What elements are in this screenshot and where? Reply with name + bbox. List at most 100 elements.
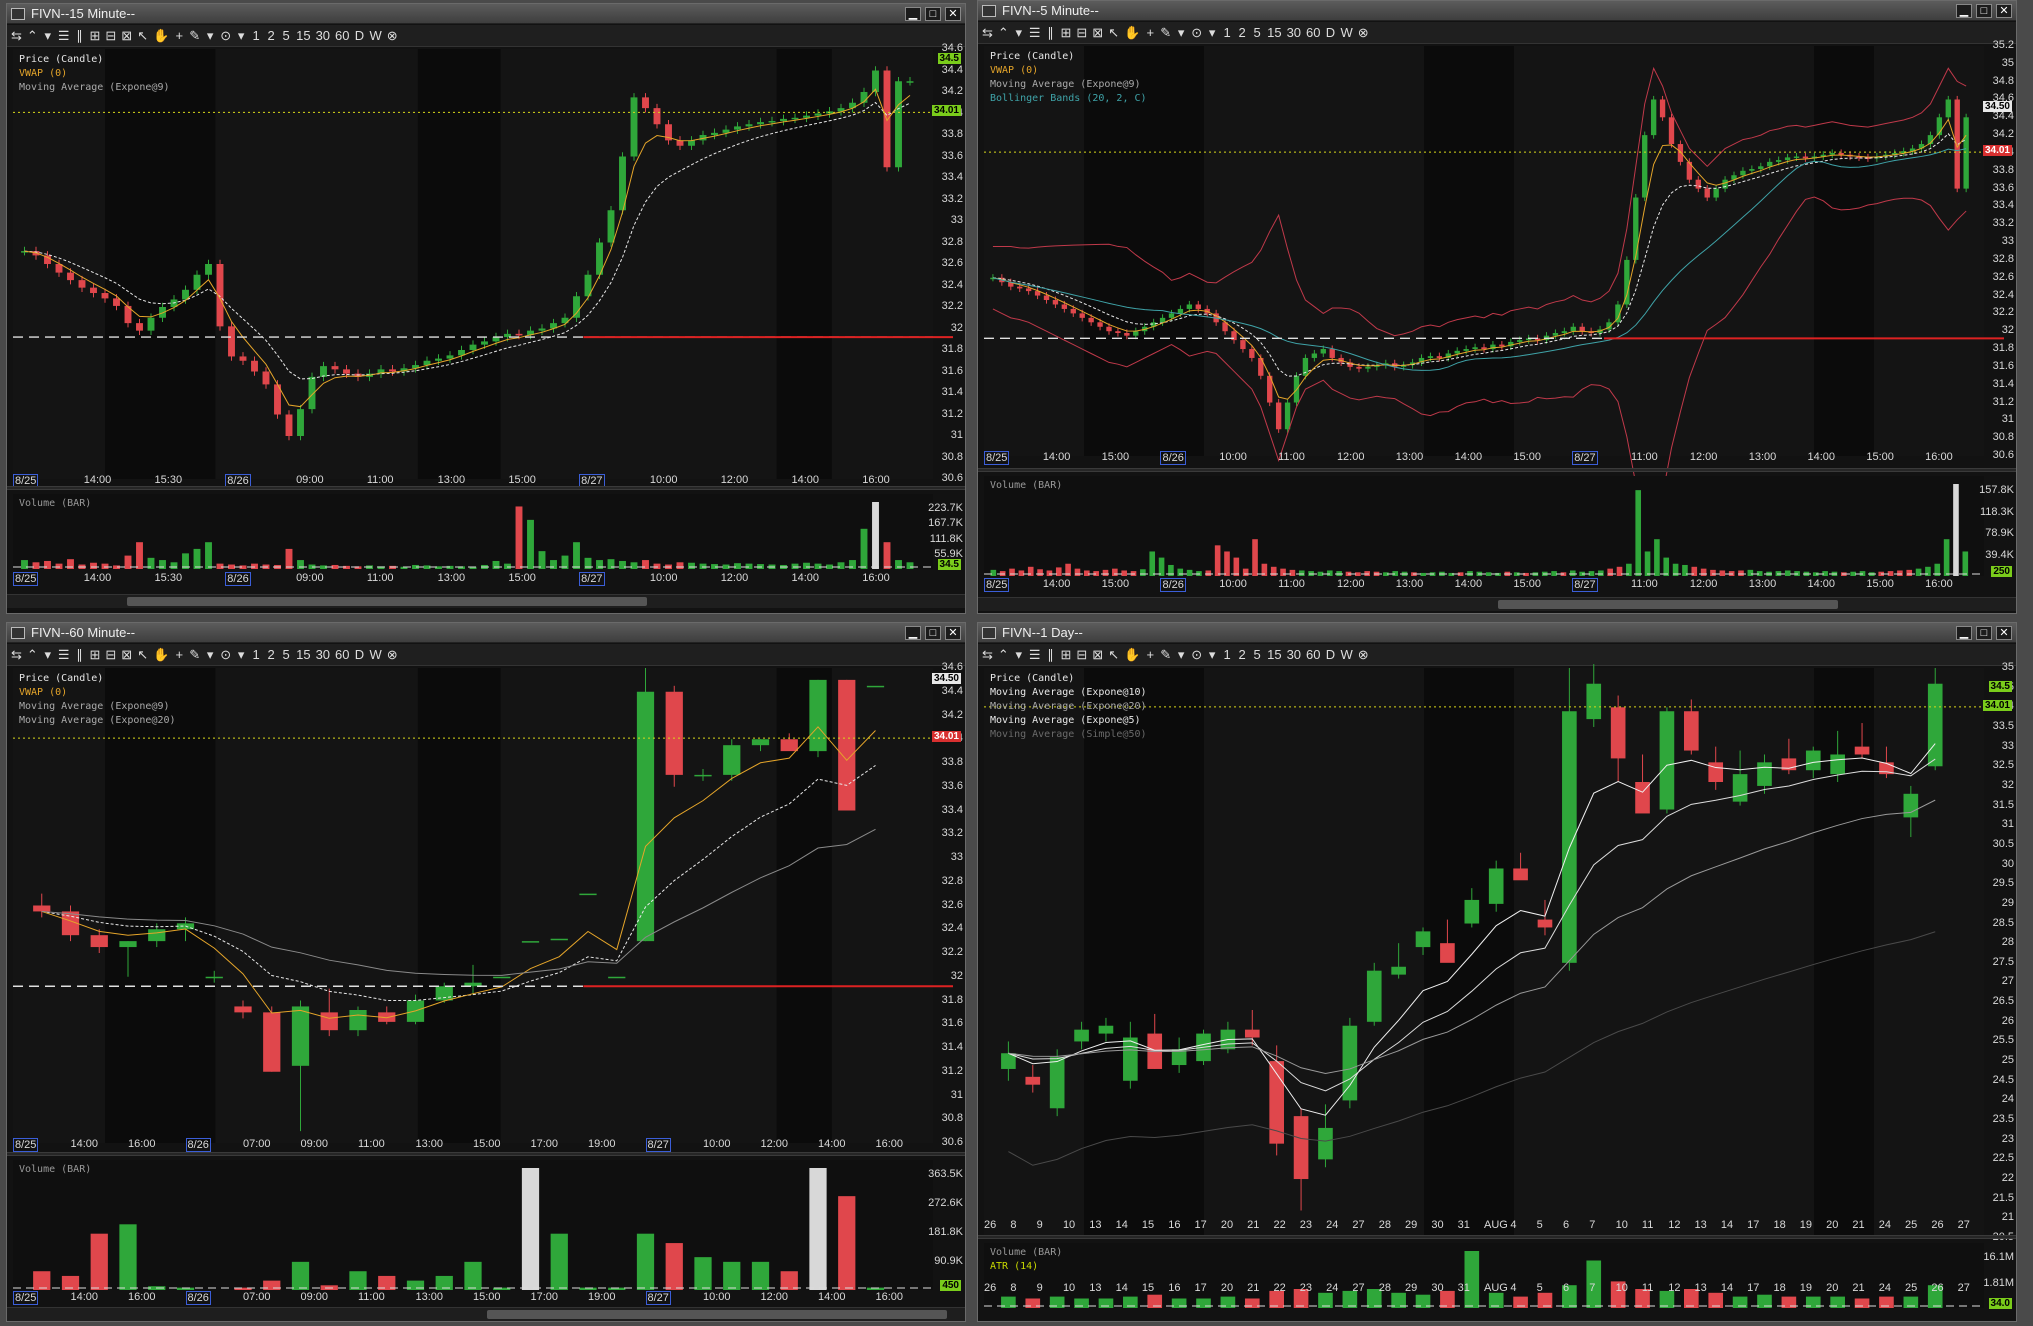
panel-separator[interactable] <box>978 1235 2016 1239</box>
candle <box>579 893 597 896</box>
time-axis-label: 8/25 <box>13 572 39 586</box>
candle <box>251 360 258 372</box>
volume-bar <box>33 1271 51 1290</box>
price-axis-label: 31.8 <box>941 343 963 355</box>
legend-item: Moving Average (Expone@20) <box>990 701 1147 712</box>
time-axis-label: 11 <box>1641 1219 1654 1231</box>
time-axis-label: 9 <box>1036 1282 1043 1294</box>
volume-bar <box>1420 572 1427 576</box>
scrollbar-thumb[interactable] <box>487 1310 947 1319</box>
candle <box>1758 166 1764 169</box>
candle <box>205 976 223 979</box>
candle <box>791 117 799 120</box>
horizontal-scrollbar[interactable] <box>978 597 2016 611</box>
candle <box>1098 1025 1114 1034</box>
horizontal-scrollbar[interactable] <box>7 594 965 608</box>
price-tag: 34.50 <box>931 672 961 684</box>
volume-bar <box>1149 551 1156 576</box>
time-axis-label: 8/26 <box>1160 451 1186 465</box>
time-axis-label: 10:00 <box>1219 451 1247 463</box>
price-axis-label: 30.6 <box>1992 449 2014 461</box>
volume-bar <box>814 563 822 569</box>
legend-item: Moving Average (Expone@10) <box>990 687 1147 698</box>
volume-bar <box>263 1280 281 1290</box>
volume-bar <box>527 519 534 569</box>
chart-window-15min[interactable]: FIVN--15 Minute-- ▁ □ ✕ ⇆ ⌃ ▾ ☰ ∥ ⊞ ⊟ ⊠ ↖ ✋ + ✎ ▾ ⊙ ▾ 1 2 5 15… <box>6 3 966 614</box>
price-axis-label: 31.6 <box>941 1017 963 1030</box>
candle <box>1436 356 1443 358</box>
panel-separator[interactable] <box>978 468 2016 472</box>
candle <box>809 679 827 752</box>
price-axis-label: 31.2 <box>941 407 963 420</box>
time-axis-label: 11:00 <box>1278 578 1305 590</box>
time-axis-label: 8/26 <box>1160 578 1186 592</box>
time-axis-label: 7 <box>1589 1282 1596 1294</box>
volume-label: Volume (BAR) <box>990 480 1063 491</box>
candle <box>320 366 327 377</box>
time-axis-label: 14:00 <box>818 1138 846 1150</box>
volume-axis-label: 55.9K <box>934 547 963 560</box>
time-axis-label: 14 <box>1720 1219 1734 1231</box>
candle <box>101 293 109 299</box>
time-axis-label: 16:00 <box>875 1138 904 1150</box>
horizontal-scrollbar[interactable] <box>7 1307 965 1321</box>
volume-bar <box>826 564 833 569</box>
volume-bar <box>1654 539 1660 576</box>
price-axis-label: 33.2 <box>1992 217 2014 230</box>
candle <box>1732 774 1748 802</box>
time-axis-label: 15:00 <box>1866 451 1894 463</box>
chart-window-60min[interactable]: FIVN--60 Minute-- ▁ □ ✕ ⇆ ⌃ ▾ ☰ ∥ ⊞ ⊟ ⊠ ↖ ✋ + ✎ ▾ ⊙ ▾ 1 2 5 15… <box>6 622 966 1322</box>
panel-separator[interactable] <box>7 1152 965 1156</box>
candle <box>1293 1116 1309 1180</box>
volume-bar <box>1214 545 1221 576</box>
time-axis-label: 30 <box>1431 1219 1444 1231</box>
session-shade <box>1084 668 1204 1238</box>
candle <box>262 371 270 385</box>
panel-separator[interactable] <box>7 486 965 490</box>
time-axis-label: 13 <box>1089 1219 1102 1231</box>
time-axis-label: 15:00 <box>508 572 536 584</box>
candle <box>228 326 235 357</box>
candle <box>665 691 683 775</box>
time-axis-label: 15:00 <box>508 474 536 486</box>
time-axis-label: 18 <box>1773 1219 1786 1231</box>
time-axis-label: 22 <box>1273 1282 1286 1294</box>
price-axis-label: 26 <box>2001 1014 2014 1027</box>
volume-time-axis: 8/25 14:00 15:30 8/26 09:00 11:00 13:00 15:00 8/… <box>13 572 933 586</box>
price-axis-label: 31.4 <box>1992 377 2014 390</box>
volume-bar <box>619 560 626 569</box>
time-axis-label: 10:00 <box>649 572 678 584</box>
candle <box>1633 197 1639 260</box>
time-axis-label: 16 <box>1168 1219 1181 1231</box>
volume-bar <box>1598 570 1604 576</box>
session-shade <box>1424 46 1514 456</box>
price-axis-label: 32 <box>950 321 963 334</box>
time-axis-label: 31 <box>1457 1219 1470 1231</box>
volume-bar <box>504 563 511 569</box>
chart-window-5min[interactable]: FIVN--5 Minute-- ▁ □ ✕ ⇆ ⌃ ▾ ☰ ∥ ⊞ ⊟ ⊠ ↖ ✋ + ✎ ▾ ⊙ ▾ 1 2 5 15 3… <box>977 0 2017 614</box>
time-axis-label: 15:30 <box>154 474 183 486</box>
price-axis-label: 30.8 <box>941 1112 963 1125</box>
session-shade <box>1084 46 1204 456</box>
time-axis-label: 16:00 <box>128 1138 156 1150</box>
price-axis-label: 33 <box>2001 739 2014 752</box>
volume-bar <box>285 548 293 569</box>
time-axis-label: 12:00 <box>760 1291 789 1303</box>
time-axis-label: 22 <box>1273 1219 1286 1231</box>
time-axis-label: 14:00 <box>70 1138 99 1150</box>
time-axis-label: 8/27 <box>1572 451 1598 465</box>
price-axis-label: 35 <box>2001 661 2014 673</box>
chart-window-1day[interactable]: FIVN--1 Day-- ▁ □ ✕ ⇆ ⌃ ▾ ☰ ∥ ⊞ ⊟ ⊠ ↖ ✋ + ✎ ▾ ⊙ ▾ 1 2 5 15 30 60… <box>977 622 2017 1322</box>
time-axis-label: 8 <box>1010 1282 1017 1294</box>
scrollbar-thumb[interactable] <box>127 597 647 606</box>
time-axis-label: 14:00 <box>70 1291 99 1303</box>
scrollbar-thumb[interactable] <box>1498 600 1838 609</box>
price-axis-label: 32.4 <box>1992 288 2014 301</box>
price-axis-label: 29.5 <box>1992 877 2014 890</box>
volume-bar <box>837 562 845 569</box>
candle <box>814 113 822 116</box>
time-axis-label: 10 <box>1615 1282 1628 1294</box>
price-axis-label: 28 <box>2001 936 2014 949</box>
candle <box>694 774 712 777</box>
candle <box>538 328 546 331</box>
